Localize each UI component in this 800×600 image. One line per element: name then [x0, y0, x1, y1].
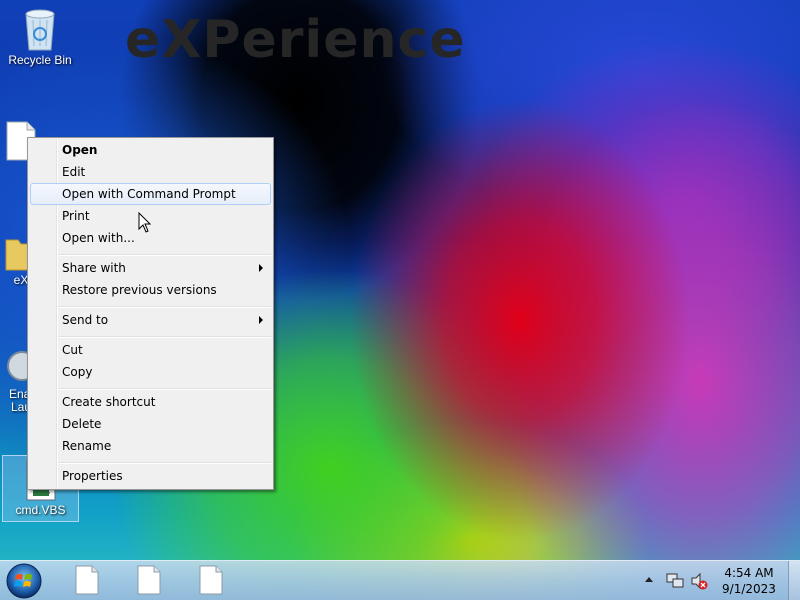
- mouse-cursor-icon: [138, 212, 152, 233]
- document-icon: [199, 565, 223, 595]
- taskbar-document-button[interactable]: [74, 565, 104, 597]
- submenu-arrow-icon: [259, 264, 263, 272]
- menu-item-cut-label: Cut: [62, 343, 83, 357]
- wallpaper-watermark: eXPerience: [125, 10, 466, 70]
- menu-item-open-with-command-prompt[interactable]: Open with Command Prompt: [30, 183, 271, 205]
- clock-time: 4:54 AM: [724, 566, 774, 580]
- volume-muted-icon[interactable]: [690, 572, 708, 590]
- menu-item-cut[interactable]: Cut: [30, 339, 271, 361]
- menu-item-restore-previous-versions-label: Restore previous versions: [62, 283, 217, 297]
- menu-separator: [58, 336, 271, 338]
- menu-item-open-with-command-prompt-label: Open with Command Prompt: [62, 187, 236, 201]
- menu-item-edit-label: Edit: [62, 165, 86, 179]
- clock-date: 9/1/2023: [722, 582, 776, 596]
- menu-item-share-with-label: Share with: [62, 261, 126, 275]
- menu-item-copy-label: Copy: [62, 365, 93, 379]
- menu-item-create-shortcut[interactable]: Create shortcut: [30, 391, 271, 413]
- menu-item-rename[interactable]: Rename: [30, 435, 271, 457]
- menu-item-rename-label: Rename: [62, 439, 112, 453]
- menu-item-properties[interactable]: Properties: [30, 465, 271, 487]
- document-icon: [75, 565, 99, 595]
- recycle-bin-desktop-icon[interactable]: Recycle Bin: [1, 6, 79, 67]
- menu-item-print-label: Print: [62, 209, 90, 223]
- recycle-bin-label: Recycle Bin: [8, 53, 72, 67]
- taskbar-document-button[interactable]: [136, 565, 166, 597]
- menu-item-share-with[interactable]: Share with: [30, 257, 271, 279]
- taskbar: 4:54 AM 9/1/2023: [0, 560, 800, 600]
- menu-item-create-shortcut-label: Create shortcut: [62, 395, 156, 409]
- show-hidden-icons-arrow[interactable]: [645, 577, 653, 582]
- menu-item-restore-previous-versions[interactable]: Restore previous versions: [30, 279, 271, 301]
- start-button[interactable]: [4, 562, 48, 600]
- menu-separator: [58, 254, 271, 256]
- context-menu: Open Edit Open with Command Prompt Print…: [27, 137, 274, 490]
- network-icon[interactable]: [666, 572, 684, 590]
- menu-item-edit[interactable]: Edit: [30, 161, 271, 183]
- menu-separator: [58, 462, 271, 464]
- menu-item-delete[interactable]: Delete: [30, 413, 271, 435]
- menu-separator: [58, 388, 271, 390]
- menu-item-copy[interactable]: Copy: [30, 361, 271, 383]
- cmd-vbs-label: cmd.VBS: [15, 503, 66, 517]
- system-clock[interactable]: 4:54 AM 9/1/2023: [718, 565, 780, 597]
- show-desktop-button[interactable]: [788, 561, 800, 600]
- menu-item-properties-label: Properties: [62, 469, 123, 483]
- recycle-bin-icon: [25, 9, 55, 51]
- taskbar-document-button[interactable]: [198, 565, 228, 597]
- menu-item-delete-label: Delete: [62, 417, 102, 431]
- submenu-arrow-icon: [259, 316, 263, 324]
- menu-separator: [58, 306, 271, 308]
- menu-item-open-with-label: Open with...: [62, 231, 135, 245]
- menu-item-send-to[interactable]: Send to: [30, 309, 271, 331]
- menu-item-open[interactable]: Open: [30, 139, 271, 161]
- windows-orb-icon: [6, 563, 42, 599]
- menu-item-send-to-label: Send to: [62, 313, 109, 327]
- document-icon: [137, 565, 161, 595]
- menu-item-open-label: Open: [62, 143, 98, 157]
